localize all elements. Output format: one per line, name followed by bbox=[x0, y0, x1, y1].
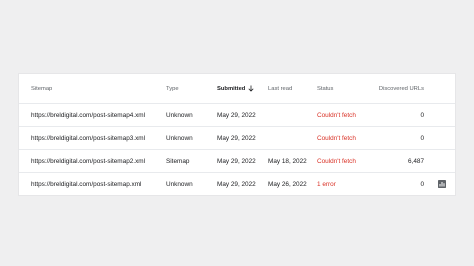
cell-submitted: May 29, 2022 bbox=[217, 111, 256, 119]
cell-submitted: May 29, 2022 bbox=[217, 180, 256, 188]
bar-chart-icon bbox=[437, 180, 446, 188]
cell-sitemap: https://breldigital.com/post-sitemap4.xm… bbox=[31, 111, 146, 119]
header-submitted-label: Submitted bbox=[217, 85, 246, 92]
table-header: Sitemap Type Submitted Last read Status … bbox=[19, 74, 455, 104]
header-discovered-urls[interactable]: Discovered URLs bbox=[379, 74, 424, 103]
cell-discovered-urls: 0 bbox=[420, 134, 424, 142]
header-sitemap[interactable]: Sitemap bbox=[31, 74, 52, 103]
table-row[interactable]: https://breldigital.com/post-sitemap3.xm… bbox=[19, 127, 455, 150]
cell-discovered-urls: 0 bbox=[420, 180, 424, 188]
open-report-button[interactable] bbox=[437, 173, 446, 195]
cell-submitted: May 29, 2022 bbox=[217, 134, 256, 142]
cell-last-read: May 26, 2022 bbox=[268, 180, 307, 188]
cell-sitemap: https://breldigital.com/post-sitemap.xml bbox=[31, 180, 142, 188]
arrow-down-icon bbox=[248, 85, 254, 92]
cell-status: Couldn't fetch bbox=[317, 111, 356, 119]
header-status[interactable]: Status bbox=[317, 74, 333, 103]
cell-submitted: May 29, 2022 bbox=[217, 157, 256, 165]
cell-last-read: May 18, 2022 bbox=[268, 157, 307, 165]
cell-type: Unknown bbox=[166, 134, 193, 142]
table-row[interactable]: https://breldigital.com/post-sitemap2.xm… bbox=[19, 150, 455, 173]
cell-type: Unknown bbox=[166, 111, 193, 119]
cell-sitemap: https://breldigital.com/post-sitemap3.xm… bbox=[31, 134, 146, 142]
table-row[interactable]: https://breldigital.com/post-sitemap4.xm… bbox=[19, 104, 455, 127]
cell-sitemap: https://breldigital.com/post-sitemap2.xm… bbox=[31, 157, 146, 165]
header-type[interactable]: Type bbox=[166, 74, 179, 103]
sitemaps-table: Sitemap Type Submitted Last read Status … bbox=[19, 74, 455, 195]
cell-status: Couldn't fetch bbox=[317, 134, 356, 142]
header-submitted[interactable]: Submitted bbox=[217, 74, 254, 103]
cell-discovered-urls: 0 bbox=[420, 111, 424, 119]
cell-type: Sitemap bbox=[166, 157, 190, 165]
cell-status: 1 error bbox=[317, 180, 336, 188]
cell-discovered-urls: 6,487 bbox=[408, 157, 424, 165]
header-last-read[interactable]: Last read bbox=[268, 74, 292, 103]
table-row[interactable]: https://breldigital.com/post-sitemap.xml… bbox=[19, 173, 455, 195]
cell-status: Couldn't fetch bbox=[317, 157, 356, 165]
cell-type: Unknown bbox=[166, 180, 193, 188]
